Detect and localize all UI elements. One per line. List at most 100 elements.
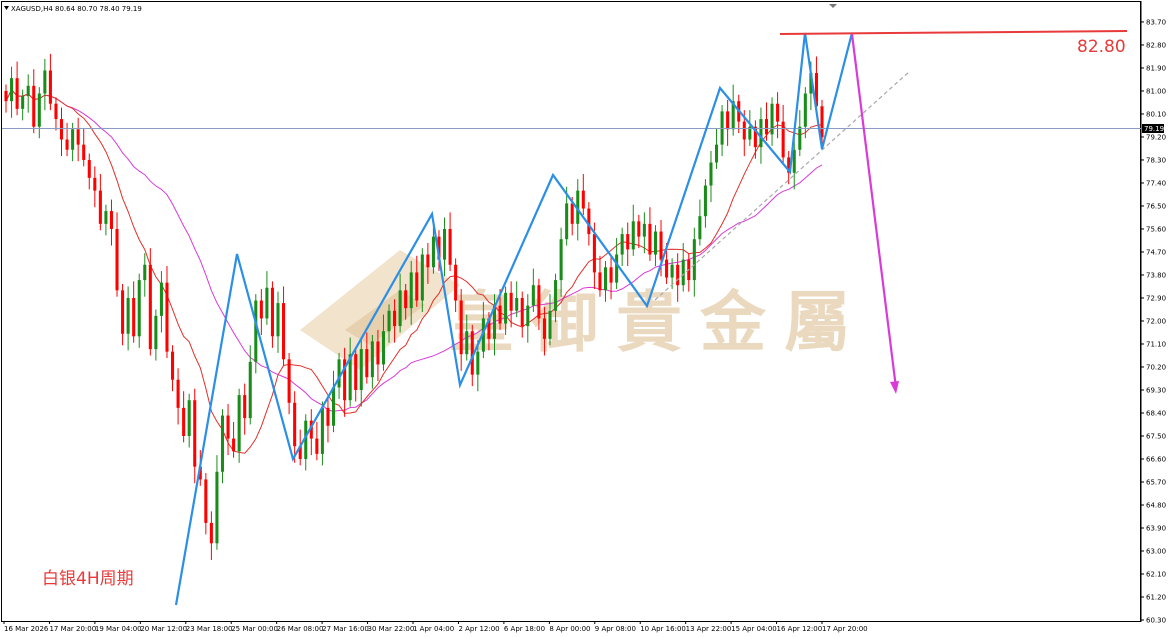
y-tick-label: 63.00 bbox=[1146, 547, 1166, 555]
candle bbox=[43, 59, 47, 111]
candle bbox=[209, 511, 213, 560]
candle-body bbox=[648, 223, 652, 255]
candle-body bbox=[465, 331, 469, 355]
candle bbox=[98, 174, 102, 231]
x-tick-label: 19 Mar 04:00 bbox=[95, 625, 142, 633]
x-tick-label: 8 Apr 00:00 bbox=[549, 625, 590, 633]
candle-body bbox=[703, 185, 707, 217]
candle-body bbox=[359, 349, 363, 390]
candle bbox=[115, 212, 119, 297]
candle bbox=[182, 391, 186, 443]
x-tick-label: 13 Apr 22:00 bbox=[686, 625, 732, 633]
candle bbox=[282, 286, 286, 366]
candle-body bbox=[381, 331, 385, 365]
candle-body bbox=[287, 359, 291, 403]
candle-body bbox=[87, 159, 91, 178]
x-tick-label: 23 Mar 18:00 bbox=[186, 625, 233, 633]
candle bbox=[331, 370, 336, 433]
candle-body bbox=[98, 190, 102, 224]
candle-body bbox=[531, 285, 535, 306]
candle-body bbox=[137, 280, 141, 337]
candle-body bbox=[759, 119, 763, 148]
candle-body bbox=[326, 407, 330, 426]
candle bbox=[121, 283, 125, 346]
candle bbox=[54, 97, 58, 131]
candle bbox=[309, 409, 313, 456]
y-tick-label: 76.50 bbox=[1146, 202, 1166, 210]
candle bbox=[304, 414, 308, 471]
candle bbox=[132, 281, 136, 343]
candle-body bbox=[776, 103, 780, 122]
candle bbox=[220, 409, 225, 484]
candle-body bbox=[59, 119, 64, 140]
candle-body bbox=[581, 190, 585, 209]
candle bbox=[187, 393, 191, 448]
candle-body bbox=[71, 129, 75, 150]
y-tick-label: 78.30 bbox=[1146, 156, 1166, 164]
candle-body bbox=[148, 264, 152, 350]
x-tick-label: 16 Mar 2026 bbox=[4, 625, 49, 633]
candle-body bbox=[820, 106, 824, 138]
y-tick-label: 70.20 bbox=[1146, 363, 1166, 371]
candle bbox=[48, 53, 52, 111]
candle-body bbox=[504, 292, 508, 324]
candle-body bbox=[443, 228, 447, 260]
candle-body bbox=[154, 315, 158, 350]
candle bbox=[65, 122, 69, 157]
candle-body bbox=[171, 351, 175, 380]
y-tick-label: 82.80 bbox=[1146, 41, 1166, 49]
candle bbox=[4, 84, 8, 113]
candle bbox=[226, 404, 230, 456]
candle-body bbox=[692, 239, 696, 281]
candle bbox=[753, 120, 757, 159]
y-tick-label: 67.50 bbox=[1146, 432, 1166, 440]
candle bbox=[637, 214, 641, 249]
candle-body bbox=[709, 162, 713, 186]
candle-body bbox=[76, 129, 80, 145]
candle bbox=[26, 74, 30, 113]
candle bbox=[37, 87, 41, 139]
candle-body bbox=[387, 310, 391, 332]
ma-slow-line bbox=[5, 88, 823, 412]
candle-body bbox=[21, 96, 25, 109]
candle bbox=[76, 117, 80, 162]
candle bbox=[259, 289, 263, 336]
candle bbox=[709, 151, 713, 203]
candle-body bbox=[270, 287, 274, 337]
candle bbox=[726, 99, 730, 146]
candle-body bbox=[220, 415, 225, 472]
y-tick-label: 74.70 bbox=[1146, 248, 1166, 256]
candle-body bbox=[187, 400, 191, 436]
candle bbox=[32, 69, 36, 134]
candle-body bbox=[570, 203, 574, 224]
candle-body bbox=[282, 303, 286, 360]
symbol-info: XAGUSD,H4 80.64 80.70 78.40 79.19 bbox=[11, 5, 142, 13]
candle-body bbox=[792, 149, 796, 173]
candle-body bbox=[587, 208, 591, 235]
candle bbox=[803, 87, 807, 139]
candle-body bbox=[609, 267, 613, 283]
candle-body bbox=[515, 297, 519, 311]
candle-body bbox=[454, 264, 458, 301]
candle-body bbox=[82, 144, 86, 160]
candle-body bbox=[526, 305, 530, 327]
x-tick-label: 15 Apr 04:00 bbox=[731, 625, 777, 633]
candle bbox=[265, 271, 269, 325]
x-tick-label: 25 Mar 00:00 bbox=[231, 625, 278, 633]
candle-body bbox=[115, 228, 119, 291]
candle bbox=[165, 266, 169, 359]
candle bbox=[653, 225, 657, 267]
candle bbox=[781, 105, 785, 164]
candle-body bbox=[215, 471, 219, 544]
x-tick-label: 27 Mar 16:00 bbox=[322, 625, 369, 633]
candle bbox=[176, 368, 180, 425]
candle-body bbox=[653, 231, 657, 255]
candle-body bbox=[315, 438, 319, 454]
candle bbox=[104, 204, 108, 236]
candle-body bbox=[742, 121, 746, 140]
candle bbox=[698, 199, 702, 246]
candle-body bbox=[404, 290, 408, 309]
y-tick-label: 73.80 bbox=[1146, 271, 1166, 279]
candle bbox=[326, 396, 330, 443]
price-axis: 83.70 82.80 81.90 81.00 80.10 79.20 78.30 77.40… bbox=[1141, 18, 1166, 625]
